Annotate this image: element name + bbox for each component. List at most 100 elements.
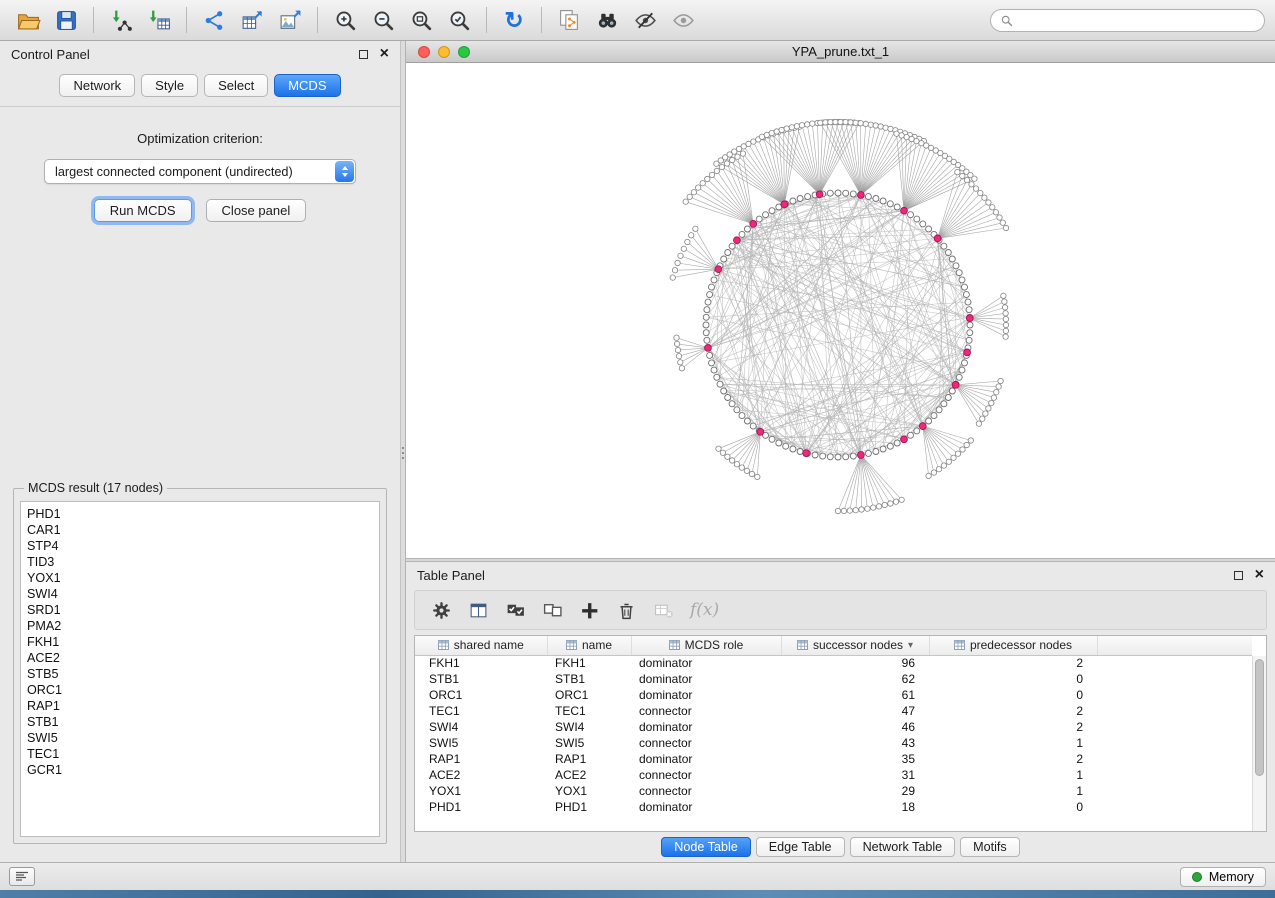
network-node[interactable] (951, 455, 956, 460)
network-node[interactable] (838, 119, 843, 124)
save-button[interactable] (48, 4, 84, 36)
select-all-button[interactable] (505, 600, 526, 621)
search-input[interactable] (1019, 13, 1255, 27)
network-node[interactable] (1003, 311, 1008, 316)
network-node[interactable] (983, 411, 988, 416)
network-node[interactable] (894, 440, 900, 446)
network-node[interactable] (953, 263, 959, 269)
network-node[interactable] (735, 154, 740, 159)
network-node[interactable] (675, 260, 680, 265)
table-row[interactable]: SWI4SWI4dominator462 (415, 719, 1252, 735)
column-header-predecessor-nodes[interactable]: predecessor nodes (929, 636, 1097, 655)
network-node[interactable] (966, 307, 972, 313)
network-hub-node[interactable] (803, 450, 810, 457)
network-node[interactable] (949, 388, 955, 394)
table-row[interactable]: PHD1PHD1dominator180 (415, 799, 1252, 815)
network-node[interactable] (936, 407, 942, 413)
show-columns-button[interactable] (468, 600, 489, 621)
network-node[interactable] (965, 299, 971, 305)
table-row[interactable]: STB1STB1dominator620 (415, 671, 1252, 687)
network-node[interactable] (1003, 322, 1008, 327)
network-node[interactable] (704, 337, 710, 343)
column-header-MCDS-role[interactable]: MCDS role (631, 636, 781, 655)
network-node[interactable] (982, 195, 987, 200)
close-panel-icon[interactable]: × (380, 46, 389, 62)
network-node[interactable] (993, 210, 998, 215)
network-node[interactable] (990, 205, 995, 210)
network-node[interactable] (749, 471, 754, 476)
memory-button[interactable]: Memory (1180, 867, 1266, 887)
add-column-button[interactable] (579, 600, 600, 621)
float-panel-icon[interactable] (359, 50, 368, 59)
network-node[interactable] (850, 191, 856, 197)
network-node[interactable] (799, 123, 804, 128)
network-node[interactable] (823, 120, 828, 125)
network-node[interactable] (949, 256, 955, 262)
network-node[interactable] (681, 246, 686, 251)
network-node[interactable] (941, 401, 947, 407)
network-node[interactable] (679, 366, 684, 371)
close-panel-button[interactable]: Close panel (206, 199, 307, 222)
network-hub-node[interactable] (705, 345, 712, 352)
mcds-result-item[interactable]: RAP1 (27, 698, 379, 714)
mcds-result-item[interactable]: GCR1 (27, 762, 379, 778)
network-node[interactable] (964, 442, 969, 447)
network-node[interactable] (972, 176, 977, 181)
network-node[interactable] (805, 122, 810, 127)
table-tab-network-table[interactable]: Network Table (850, 837, 956, 857)
network-hub-node[interactable] (715, 266, 722, 273)
network-node[interactable] (707, 292, 713, 298)
network-node[interactable] (873, 123, 878, 128)
table-settings-button[interactable] (431, 600, 452, 621)
network-node[interactable] (1002, 305, 1007, 310)
zoom-selected-button[interactable] (441, 4, 477, 36)
network-hub-node[interactable] (964, 349, 971, 356)
network-node[interactable] (725, 454, 730, 459)
network-node[interactable] (711, 367, 717, 373)
column-header-name[interactable]: name (547, 636, 631, 655)
mcds-result-item[interactable]: PHD1 (27, 506, 379, 522)
network-node[interactable] (729, 458, 734, 463)
float-table-panel-icon[interactable] (1234, 571, 1243, 580)
network-node[interactable] (967, 330, 973, 336)
table-row[interactable]: ACE2ACE2connector311 (415, 767, 1252, 783)
network-node[interactable] (719, 164, 724, 169)
network-node[interactable] (1003, 225, 1008, 230)
network-node[interactable] (945, 395, 951, 401)
network-node[interactable] (868, 122, 873, 127)
network-node[interactable] (991, 395, 996, 400)
network-hub-node[interactable] (934, 235, 941, 242)
network-node[interactable] (721, 388, 727, 394)
network-node[interactable] (700, 181, 705, 186)
mcds-result-item[interactable]: ACE2 (27, 650, 379, 666)
network-node[interactable] (689, 233, 694, 238)
network-node[interactable] (966, 337, 972, 343)
network-node[interactable] (973, 186, 978, 191)
network-node[interactable] (962, 360, 968, 366)
network-node[interactable] (672, 268, 677, 273)
network-node[interactable] (986, 406, 991, 411)
table-tab-edge-table[interactable]: Edge Table (756, 837, 845, 857)
network-node[interactable] (797, 196, 803, 202)
network-node[interactable] (914, 216, 920, 222)
network-node[interactable] (1001, 293, 1006, 298)
network-node[interactable] (797, 449, 803, 455)
network-node[interactable] (941, 463, 946, 468)
network-node[interactable] (769, 130, 774, 135)
network-node[interactable] (730, 157, 735, 162)
network-node[interactable] (818, 120, 823, 125)
mcds-result-item[interactable]: SWI4 (27, 586, 379, 602)
network-node[interactable] (827, 454, 833, 460)
network-hub-node[interactable] (757, 428, 764, 435)
network-hub-node[interactable] (966, 315, 973, 322)
network-node[interactable] (674, 341, 679, 346)
network-node[interactable] (709, 172, 714, 177)
network-node[interactable] (926, 226, 932, 232)
network-node[interactable] (1002, 299, 1007, 304)
network-node[interactable] (810, 121, 815, 126)
mcds-result-item[interactable]: CAR1 (27, 522, 379, 538)
network-node[interactable] (880, 198, 886, 204)
network-node[interactable] (956, 374, 962, 380)
network-node[interactable] (676, 354, 681, 359)
network-node[interactable] (956, 270, 962, 276)
